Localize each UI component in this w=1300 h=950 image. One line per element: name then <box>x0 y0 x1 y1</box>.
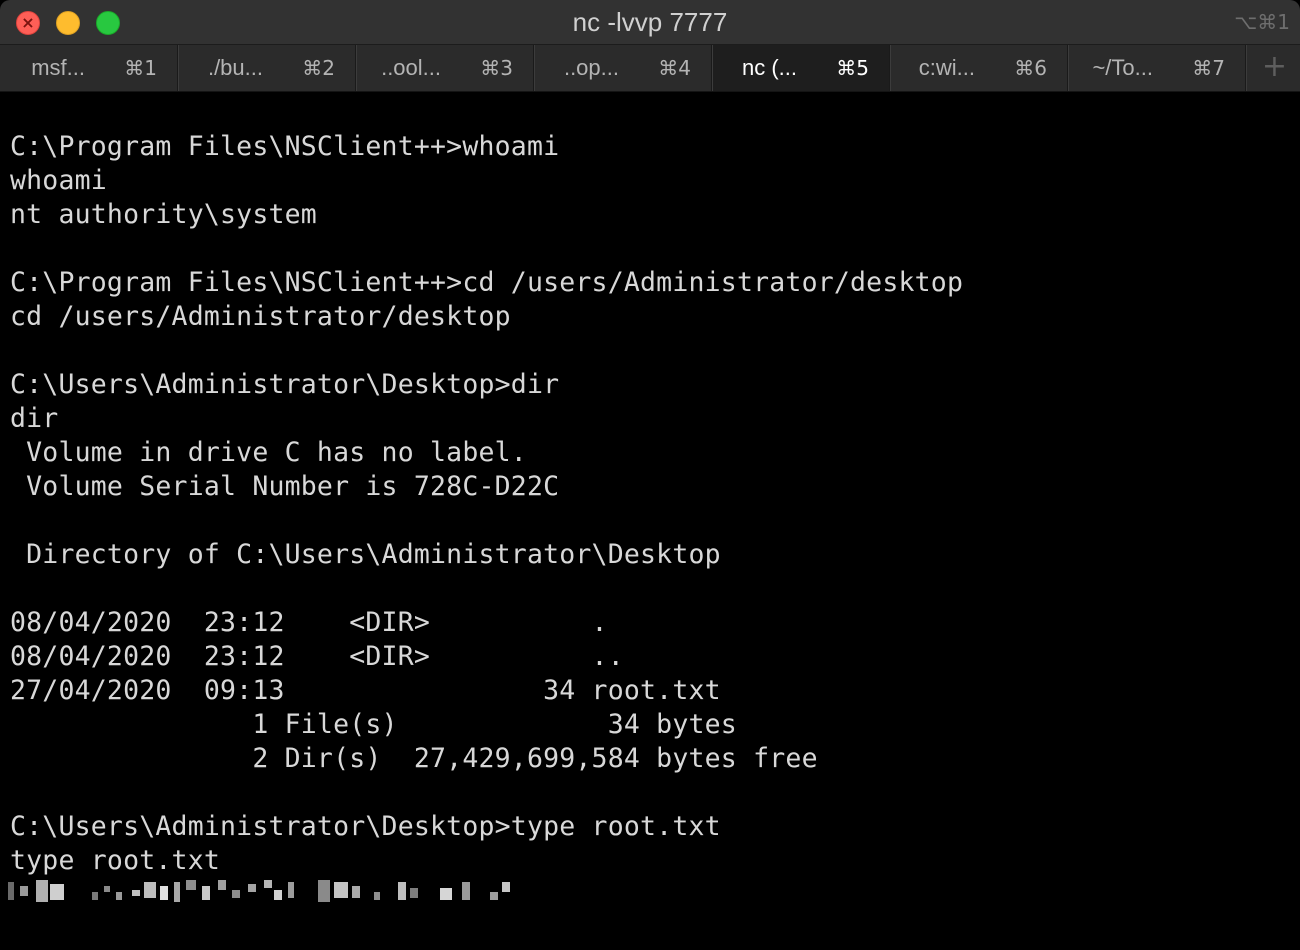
terminal-line: Volume in drive C has no label. <box>10 437 527 468</box>
plus-icon: + <box>1261 49 1287 84</box>
terminal-line: nt authority\system <box>10 199 317 230</box>
tab-4[interactable]: ..op... ⌘4 <box>534 45 712 91</box>
tab-shortcut: ⌘3 <box>480 56 513 80</box>
tab-label: ./bu... <box>207 55 263 80</box>
tab-2[interactable]: ./bu... ⌘2 <box>178 45 356 91</box>
terminal-output[interactable]: C:\Program Files\NSClient++>whoami whoam… <box>0 92 1300 950</box>
title-bar[interactable]: × nc -lvvp 7777 ⌥⌘1 <box>0 0 1300 45</box>
tab-label: c:wi... <box>918 55 975 80</box>
terminal-line: C:\Users\Administrator\Desktop>type root… <box>10 811 721 842</box>
tab-6[interactable]: c:wi... ⌘6 <box>890 45 1068 91</box>
terminal-line: C:\Program Files\NSClient++>cd /users/Ad… <box>10 267 964 298</box>
terminal-lines: C:\Program Files\NSClient++>whoami whoam… <box>10 130 963 878</box>
tab-bar: msf... ⌘1 ./bu... ⌘2 ..ool... ⌘3 ..op...… <box>0 45 1300 92</box>
tab-5-active[interactable]: nc (... ⌘5 <box>712 45 890 91</box>
terminal-line: Directory of C:\Users\Administrator\Desk… <box>10 539 721 570</box>
terminal-line: 08/04/2020 23:12 <DIR> . <box>10 607 608 638</box>
terminal-line: Volume Serial Number is 728C-D22C <box>10 471 560 502</box>
terminal-line: type root.txt <box>10 845 221 876</box>
tab-3[interactable]: ..ool... ⌘3 <box>356 45 534 91</box>
terminal-line: 27/04/2020 09:13 34 root.txt <box>10 675 721 706</box>
terminal-line: C:\Program Files\NSClient++>whoami <box>10 131 560 162</box>
terminal-line: cd /users/Administrator/desktop <box>10 301 511 332</box>
tab-shortcut: ⌘6 <box>1014 56 1047 80</box>
tab-shortcut: ⌘2 <box>302 56 335 80</box>
terminal-line: 1 File(s) 34 bytes <box>10 709 737 740</box>
terminal-line: dir <box>10 403 59 434</box>
terminal-line: whoami <box>10 165 107 196</box>
tab-label: ..ool... <box>381 55 441 80</box>
tab-shortcut: ⌘1 <box>124 56 157 80</box>
tab-label: ..op... <box>563 55 619 80</box>
window-shortcut: ⌥⌘1 <box>1234 10 1290 34</box>
new-tab-button[interactable]: + <box>1246 45 1300 91</box>
tab-7[interactable]: ~/To... ⌘7 <box>1068 45 1246 91</box>
tab-label: nc (... <box>741 55 797 80</box>
terminal-window: × nc -lvvp 7777 ⌥⌘1 msf... ⌘1 ./bu... ⌘2… <box>0 0 1300 950</box>
tab-1[interactable]: msf... ⌘1 <box>0 45 178 91</box>
tab-label: ~/To... <box>1092 55 1153 80</box>
tab-shortcut: ⌘4 <box>658 56 691 80</box>
terminal-line: 08/04/2020 23:12 <DIR> .. <box>10 641 624 672</box>
terminal-line: 2 Dir(s) 27,429,699,584 bytes free <box>10 743 818 774</box>
window-title: nc -lvvp 7777 <box>572 7 728 37</box>
tab-shortcut: ⌘5 <box>836 56 869 80</box>
terminal-line: C:\Users\Administrator\Desktop>dir <box>10 369 560 400</box>
tab-shortcut: ⌘7 <box>1192 56 1225 80</box>
redacted-flag-output <box>8 878 510 908</box>
tab-label: msf... <box>31 55 85 80</box>
